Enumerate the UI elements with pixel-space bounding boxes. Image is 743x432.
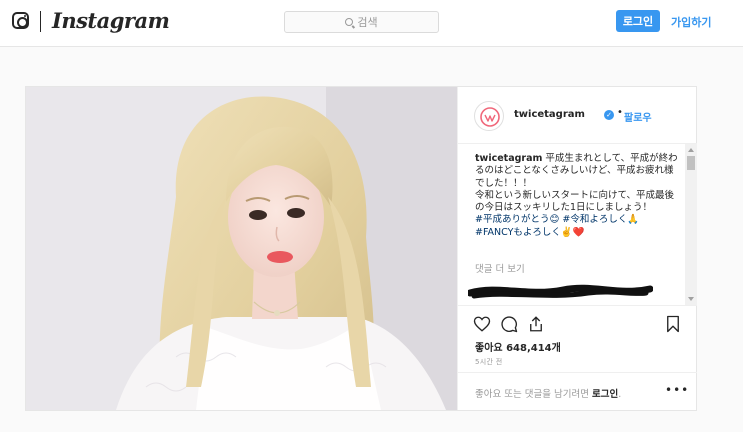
- login-button[interactable]: 로그인: [616, 10, 660, 32]
- login-prompt: 좋아요 또는 댓글을 남기려면 로그인.: [475, 386, 621, 400]
- login-prompt-link[interactable]: 로그인: [592, 389, 618, 400]
- instagram-camera-icon[interactable]: [12, 12, 29, 29]
- share-icon[interactable]: [527, 315, 545, 333]
- post-header: twicetagram ✓ • 팔로우: [458, 87, 697, 144]
- caption-username[interactable]: twicetagram: [475, 153, 542, 164]
- scroll-thumb[interactable]: [687, 156, 695, 170]
- post-actions: [458, 312, 697, 336]
- caption-hashtags-2[interactable]: #FANCYもよろしく✌️❤️: [475, 227, 585, 238]
- scroll-down-arrow-icon[interactable]: [688, 297, 694, 301]
- instagram-wordmark[interactable]: Instagram: [52, 8, 170, 33]
- more-options-icon[interactable]: •••: [665, 383, 689, 397]
- post-username[interactable]: twicetagram: [514, 109, 585, 120]
- likes-label: 좋아요: [475, 343, 503, 354]
- comment-icon[interactable]: [500, 315, 518, 333]
- post-photo[interactable]: [26, 87, 457, 410]
- post-footer: 좋아요 또는 댓글을 남기려면 로그인. •••: [458, 372, 697, 410]
- post-sidebar: twicetagram ✓ • 팔로우 twicetagram 平成生まれとして…: [457, 87, 697, 410]
- twice-logo-icon: [480, 107, 500, 127]
- top-nav: Instagram 검색 로그인 가입하기: [0, 0, 743, 47]
- logo-divider: [40, 11, 41, 32]
- load-more-comments[interactable]: 댓글 더 보기: [475, 261, 525, 275]
- verified-badge-icon: ✓: [604, 110, 614, 120]
- scroll-up-arrow-icon[interactable]: [688, 148, 694, 152]
- search-icon: [345, 18, 354, 26]
- scrollbar[interactable]: [685, 144, 697, 305]
- search-placeholder: 검색: [357, 16, 378, 29]
- signup-link[interactable]: 가입하기: [671, 14, 711, 30]
- selfie-illustration: [26, 87, 457, 410]
- likes-number: 648,414개: [506, 343, 561, 354]
- search-input[interactable]: 검색: [284, 11, 439, 33]
- likes-count[interactable]: 좋아요 648,414개: [475, 339, 561, 354]
- post-card: twicetagram ✓ • 팔로우 twicetagram 平成生まれとして…: [25, 86, 697, 411]
- avatar[interactable]: [474, 101, 504, 131]
- heart-icon[interactable]: [473, 315, 491, 333]
- comments-scroll-area[interactable]: twicetagram 平成生まれとして、平成が終わるのはどことなくさみしいけど…: [458, 144, 697, 306]
- redaction-scribble: [468, 284, 653, 299]
- login-prompt-suffix: .: [618, 389, 622, 400]
- login-prompt-text: 좋아요 또는 댓글을 남기려면: [475, 389, 589, 400]
- separator-dot: •: [617, 107, 623, 118]
- post-caption: twicetagram 平成生まれとして、平成が終わるのはどことなくさみしいけど…: [475, 153, 680, 239]
- caption-hashtags-1[interactable]: #平成ありがとう😊 #令和よろしく🙏: [475, 214, 639, 225]
- follow-button[interactable]: 팔로우: [624, 109, 652, 124]
- bookmark-icon[interactable]: [664, 315, 682, 333]
- post-timestamp[interactable]: 5시간 전: [475, 357, 503, 367]
